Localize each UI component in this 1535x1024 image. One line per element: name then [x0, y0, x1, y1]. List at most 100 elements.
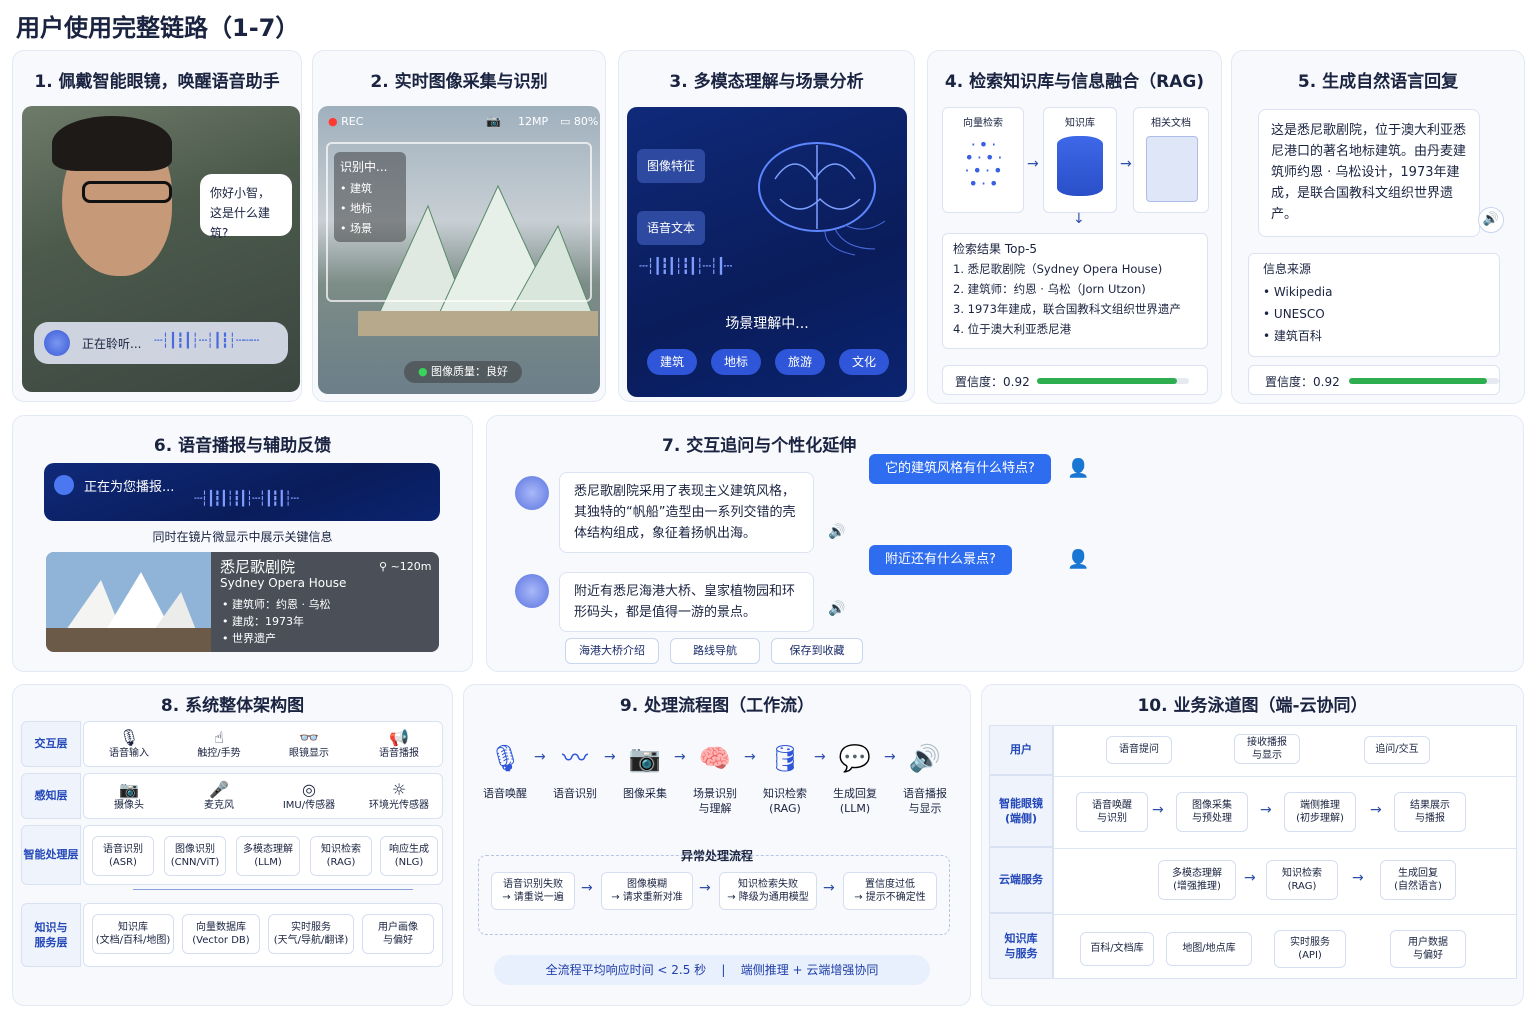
card-title: 9. 处理流程图（工作流） [619, 696, 815, 716]
speech-bubble: 你好小智， 这是什么建筑? [200, 174, 292, 240]
page-title: 用户使用完整链路（1-7） [16, 14, 300, 42]
card-workflow: 9. 处理流程图（工作流） 🎙 语音唤醒 → 〰语音识别 → 📷 图像采集 → 🧠 场景识别 与理… [463, 684, 971, 1006]
assistant-answer-2: 附近有悉尼海港大桥、皇家植物园和环形码头，都是值得一游的景点。 [559, 572, 814, 632]
lane-divider [1054, 776, 1516, 777]
hair-shape [52, 116, 172, 171]
retrieval-results: 检索结果 Top-5 1. 悉尼歌剧院（Sydney Opera House) … [942, 233, 1208, 349]
layer-item: ◎ IMU/传感器 [264, 780, 354, 813]
lane-box: 知识检索 (RAG) [1266, 860, 1338, 900]
battery-icon: ▭ [560, 115, 571, 128]
workflow-step-label: 知识检索 (RAG) [763, 787, 807, 815]
workflow-step: 🛢 知识检索 (RAG) [756, 737, 814, 817]
recognizing-label: 识别中... [340, 160, 388, 174]
item-label: 语音输入 [109, 748, 149, 759]
card-title: 2. 实时图像采集与识别 [370, 72, 548, 92]
layer-item: 🎤 麦克风 [174, 780, 264, 813]
microphone-icon: 🎙 [118, 728, 140, 747]
speaker-icon[interactable]: 🔊 [1478, 207, 1504, 233]
workflow-steps: 🎙 语音唤醒 → 〰语音识别 → 📷 图像采集 → 🧠 场景识别 与理解 → 🛢 知识检索 (RAG) →… [476, 737, 966, 827]
perception-layer: 📷 摄像头 🎤 麦克风 ◎ IMU/传感器 ☼ 环境光传感器 [83, 773, 443, 819]
save-favorite-button[interactable]: 保存到收藏 [771, 638, 863, 664]
exception-box: 置信度过低 → 提示不确定性 [843, 872, 937, 910]
speaker-icon[interactable]: 🔊 [828, 601, 845, 617]
confidence-fill [1349, 378, 1487, 384]
confidence-bar [1349, 378, 1499, 384]
exception-box: 语音识别失败 → 请重说一遍 [491, 872, 575, 910]
workflow-step-label: 语音播报 与显示 [903, 787, 947, 815]
step-label: 相关文档 [1151, 118, 1191, 129]
user-question-2: 附近还有什么景点? [869, 545, 1012, 575]
card-title: 4. 检索知识库与信息融合（RAG) [944, 72, 1205, 92]
item-label: 触控/手势 [197, 748, 241, 759]
arrow-icon: → [604, 749, 616, 765]
camera-icon: 📷 [119, 780, 139, 799]
layer-label: 知识与 服务层 [21, 903, 81, 967]
result-item: 1. 悉尼歌剧院（Sydney Opera House) [953, 262, 1163, 276]
sources-box: 信息来源 • Wikipedia • UNESCO • 建筑百科 [1248, 253, 1500, 357]
workflow-step-label: 生成回复 (LLM) [833, 787, 877, 815]
document-icon [1146, 136, 1198, 202]
layer-label: 智能处理层 [21, 825, 81, 885]
navigation-button[interactable]: 路线导航 [670, 638, 760, 664]
quality-label: 图像质量：良好 [431, 365, 509, 378]
item-label: 语音播报 [379, 748, 419, 759]
confidence-box: 置信度：0.92 [942, 365, 1208, 395]
card-step-3: 3. 多模态理解与场景分析 图像特征 语音文本 ┄┆┃┇┃┆┇┃┆┄┆┃┄ 场景… [618, 50, 915, 402]
waveform-icon: ┄┆┃┇┃┆┇┃┆┄┆┃┇┃┆┄ [194, 491, 299, 507]
recognition-panel: 识别中... • 建筑 • 地标 • 场景 [334, 152, 406, 242]
lane-label: 云端服务 [989, 847, 1053, 913]
display-caption: 同时在镜片微显示中展示关键信息 [152, 530, 333, 544]
recog-item-label: 场景 [350, 222, 372, 235]
workflow-step: 💬 生成回复 (LLM) [826, 737, 884, 817]
workflow-step-icon: 💬 [838, 744, 872, 774]
lane-box: 接收播报 与显示 [1234, 734, 1300, 764]
source-label: UNESCO [1273, 307, 1325, 321]
service-box: 用户画像 与偏好 [362, 914, 434, 954]
lane-label: 知识库 与服务 [989, 913, 1053, 979]
bridge-intro-button[interactable]: 海港大桥介绍 [565, 638, 659, 664]
item-label: 环境光传感器 [369, 800, 429, 811]
item-label: IMU/传感器 [282, 800, 336, 811]
recog-item: • 建筑 [340, 182, 372, 195]
workflow-step: 🔊 语音播报 与显示 [896, 737, 954, 817]
confidence-fill [1037, 378, 1177, 384]
lane-box: 实时服务 (API) [1274, 930, 1346, 968]
arrow-icon: → [1244, 870, 1256, 886]
fact-label: 建成：1973年 [232, 615, 304, 628]
arrow-icon: → [1260, 802, 1272, 818]
card-title: 5. 生成自然语言回复 [1297, 72, 1459, 92]
workflow-footer: 全流程平均响应时间 < 2.5 秒 | 端侧推理 + 云端增强协同 [494, 955, 930, 985]
workflow-step: 📷 图像采集 [616, 737, 674, 802]
knowledge-layer: 知识库 (文档/百科/地图) 向量数据库 (Vector DB) 实时服务 (天… [83, 903, 443, 967]
workflow-step-icon: 🎙 [488, 744, 522, 774]
arrow-icon: → [823, 880, 835, 896]
analysis-panel: 图像特征 语音文本 ┄┆┃┇┃┆┇┃┆┄┆┃┄ 场景理解中... 建筑 地标 旅… [627, 107, 907, 397]
fact-item: • 建筑师：约恩 · 乌松 [222, 598, 331, 611]
card-architecture: 8. 系统整体架构图 交互层 🎙 语音输入 ☝ 触控/手势 👓 眼镜显示 📢 语音播报 … [12, 684, 453, 1006]
item-label: 眼镜显示 [289, 748, 329, 759]
fact-label: 建筑师：约恩 · 乌松 [232, 598, 331, 611]
scene-tag: 旅游 [775, 349, 825, 375]
confidence-box: 置信度：0.92 [1248, 365, 1500, 395]
arrow-icon: → [1120, 156, 1132, 172]
module-box: 多模态理解 (LLM) [236, 836, 300, 876]
processing-layer: 语音识别 (ASR) 图像识别 (CNN/ViT) 多模态理解 (LLM) 知识… [83, 825, 443, 885]
card-swimlane: 10. 业务泳道图（端-云协同） 用户 智能眼镜 (端侧) 云端服务 知识库 与… [981, 684, 1524, 1006]
speaker-icon[interactable]: 🔊 [828, 524, 845, 540]
sources-title: 信息来源 [1263, 262, 1312, 276]
vector-search-box: 向量检索 ·•· •·•· ·•·• •·• [942, 107, 1024, 213]
hud-card: 悉尼歌剧院 Sydney Opera House ⚲ ~120m • 建筑师：约… [46, 552, 439, 652]
source-item: • 建筑百科 [1263, 329, 1322, 343]
lane-label: 智能眼镜 (端侧) [989, 775, 1053, 847]
card-step-2: 2. 实时图像采集与识别 ● REC 📷 12MP ▭ 80% 识别中... •… [312, 50, 606, 402]
workflow-step-icon: 🛢 [768, 744, 802, 774]
exception-box: 图像模糊 → 请求重新对准 [601, 872, 693, 910]
listening-bar: 正在聆听... ┄┆┃┇┃┆┄┆┃┇┆┄┄┄ [34, 322, 288, 364]
arrow-icon: → [1152, 802, 1164, 818]
location-pin-icon: ⚲ [379, 560, 388, 573]
lane-divider [1054, 848, 1516, 849]
step-label: 知识库 [1065, 118, 1095, 129]
service-box: 实时服务 (天气/导航/翻译) [268, 914, 354, 954]
assistant-avatar-icon [54, 475, 74, 495]
card-step-5: 5. 生成自然语言回复 这是悉尼歌剧院，位于澳大利亚悉尼港口的著名地标建筑。由丹… [1231, 50, 1525, 404]
